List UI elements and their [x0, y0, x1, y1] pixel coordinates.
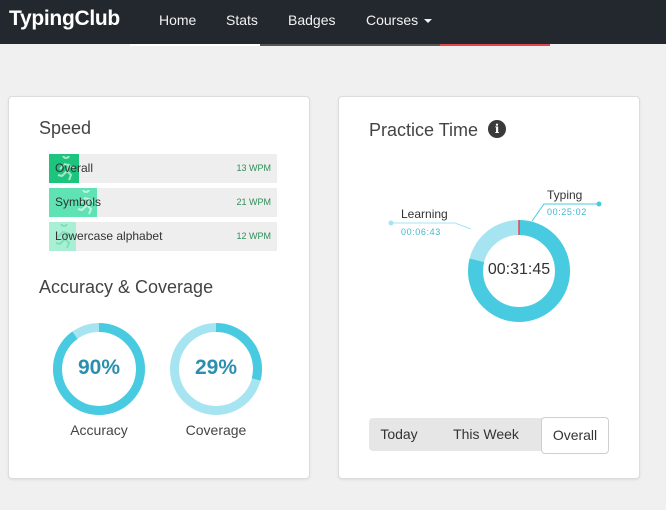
nav-badges[interactable]: Badges — [288, 12, 335, 28]
speed-row-label: Symbols — [55, 195, 102, 209]
chevron-down-icon — [424, 19, 433, 23]
typing-leader-dot — [596, 201, 602, 207]
nav-stats[interactable]: Stats — [226, 12, 258, 28]
progress-strip-gray — [260, 44, 440, 46]
nav-courses-label: Courses — [366, 12, 419, 28]
speed-accuracy-card: Speed Overall 13 WPM Symbols 21 WPM Lowe… — [8, 96, 310, 479]
nav-home[interactable]: Home — [159, 12, 196, 28]
learning-time: 00:06:43 — [401, 227, 441, 237]
tab-this-week[interactable]: This Week — [435, 418, 537, 451]
coverage-percent: 29% — [194, 356, 238, 379]
progress-strip-white — [130, 44, 260, 46]
brand-logo[interactable]: TypingClub — [9, 7, 120, 31]
total-practice-time: 00:31:45 — [487, 261, 551, 278]
top-navbar: TypingClub Home Stats Badges Courses — [0, 0, 666, 44]
typing-time: 00:25:02 — [547, 207, 587, 217]
speed-title: Speed — [39, 118, 92, 138]
speed-row-symbols[interactable]: Symbols 21 WPM — [49, 188, 277, 217]
learning-leader-dot — [388, 220, 394, 226]
coverage-label: Coverage — [185, 422, 247, 438]
speed-row-value: 13 WPM — [236, 163, 271, 173]
tab-overall[interactable]: Overall — [541, 417, 609, 454]
accuracy-coverage-title: Accuracy & Coverage — [39, 277, 214, 297]
speed-row-label: Lowercase alphabet — [55, 229, 163, 243]
typing-label: Typing — [547, 188, 583, 202]
accuracy-label: Accuracy — [70, 422, 128, 438]
speed-row-label: Overall — [55, 161, 94, 175]
tab-today[interactable]: Today — [369, 418, 429, 451]
progress-strip-red — [440, 44, 550, 46]
speed-row-overall[interactable]: Overall 13 WPM — [49, 154, 277, 183]
nav-courses[interactable]: Courses — [366, 12, 433, 28]
speed-row-lowercase[interactable]: Lowercase alphabet 12 WPM — [49, 222, 277, 251]
speed-row-value: 21 WPM — [236, 197, 271, 207]
time-range-tabs: Today This Week — [369, 418, 545, 451]
accuracy-percent: 90% — [77, 356, 121, 379]
learning-label: Learning — [401, 207, 448, 221]
speed-row-value: 12 WPM — [236, 231, 271, 241]
